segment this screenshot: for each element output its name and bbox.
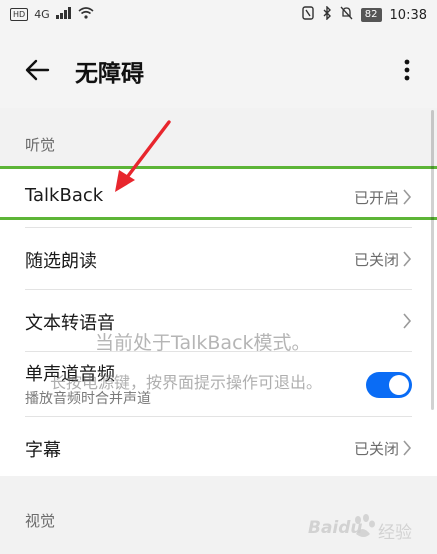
row-label: 随选朗读	[25, 251, 97, 272]
mono-audio-toggle[interactable]	[366, 372, 412, 398]
row-label: TalkBack	[25, 185, 104, 206]
row-label: 字幕	[25, 440, 61, 461]
baidu-watermark: Baidu 经验	[300, 510, 430, 548]
status-left: HD 4G	[10, 7, 94, 22]
more-vertical-icon	[404, 59, 410, 81]
chevron-right-icon	[403, 251, 412, 267]
signal-icon	[55, 7, 72, 22]
talkback-toast-line1: 当前处于TalkBack模式。	[95, 332, 311, 354]
app-bar: 无障碍	[0, 32, 437, 108]
section-header-vision: 视觉	[25, 512, 56, 530]
back-button[interactable]	[22, 54, 54, 86]
hearing-card: TalkBack 已开启 随选朗读 已关闭 文本转语音 单声道音频 播放音频时合…	[0, 166, 437, 476]
network-label: 4G	[34, 8, 50, 21]
more-options-button[interactable]	[397, 54, 417, 86]
clock: 10:38	[389, 7, 427, 23]
focus-highlight-bottom	[0, 217, 437, 220]
nfc-icon	[302, 6, 314, 24]
page-title: 无障碍	[75, 61, 144, 87]
row-value: 已开启	[353, 189, 399, 207]
row-value: 已关闭	[353, 440, 399, 458]
back-arrow-icon	[25, 59, 50, 81]
chevron-right-icon	[403, 313, 412, 329]
focus-highlight-top	[0, 166, 437, 169]
row-select-to-speak[interactable]: 随选朗读 已关闭	[0, 228, 437, 290]
watermark-brand: Baidu	[308, 518, 363, 538]
chevron-right-icon	[403, 440, 412, 456]
bluetooth-icon	[322, 5, 332, 24]
hd-badge: HD	[10, 8, 29, 21]
section-header-hearing: 听觉	[25, 136, 56, 154]
annotation-arrow-icon	[115, 120, 171, 192]
talkback-toast-line2: 长按电源键，按界面提示操作可退出。	[50, 373, 323, 392]
wifi-icon	[78, 7, 94, 22]
row-captions[interactable]: 字幕 已关闭	[0, 417, 437, 479]
battery-indicator: 82	[360, 8, 382, 22]
row-value: 已关闭	[353, 251, 399, 269]
chevron-right-icon	[403, 189, 412, 205]
mute-icon	[340, 6, 353, 24]
watermark-text: 经验	[378, 523, 412, 543]
status-right: 82 10:38	[302, 5, 427, 24]
toggle-knob	[389, 375, 409, 395]
scrollbar[interactable]	[431, 110, 434, 410]
status-bar: HD 4G 82 10:38	[0, 0, 437, 32]
